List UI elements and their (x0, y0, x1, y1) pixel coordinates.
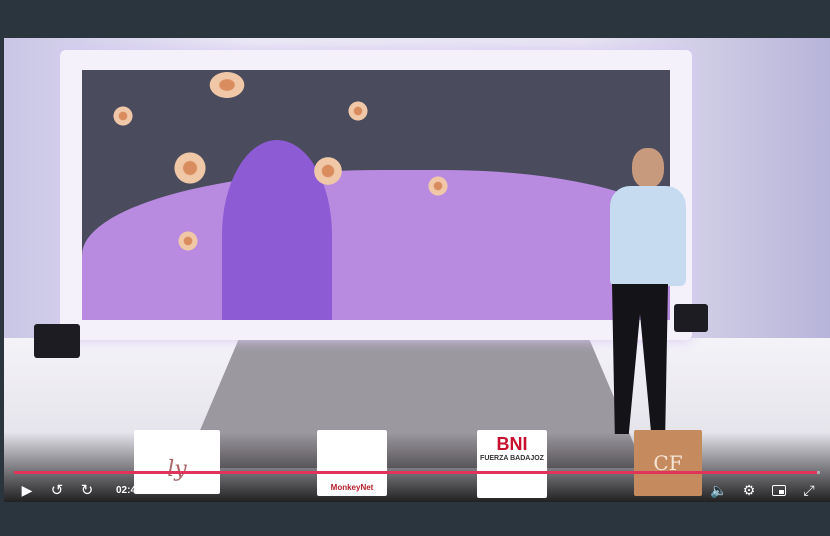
gear-icon: ⚙ (742, 481, 756, 498)
artwork-flower (312, 155, 344, 187)
artwork-flower (177, 230, 199, 252)
logo-subtext: FUERZA BADAJOZ (480, 455, 544, 462)
rewind-10-icon: ↺ (50, 482, 64, 499)
stage-speaker (34, 324, 80, 358)
fullscreen-button[interactable]: ⤢ (794, 479, 824, 501)
forward-10-icon: ↻ (80, 482, 94, 499)
duration: 02:47:19 (164, 484, 205, 496)
volume-button[interactable]: 🔈 (704, 479, 734, 501)
artwork-hill (82, 170, 670, 320)
logo-cf: CF (634, 430, 702, 496)
logo-text: BNI (496, 434, 528, 454)
picture-in-picture-icon (772, 484, 786, 496)
fullscreen-icon: ⤢ (803, 481, 815, 498)
artwork-flower (347, 100, 369, 122)
play-icon: ▶ (21, 481, 33, 498)
volume-icon: 🔈 (710, 481, 728, 498)
pip-button[interactable] (764, 479, 794, 501)
seek-bar[interactable] (14, 471, 820, 474)
settings-button[interactable]: ⚙ (734, 479, 764, 501)
artwork-flower (207, 70, 247, 100)
logo-text: MonkeyNet (330, 483, 374, 492)
video-wall-artwork (82, 70, 670, 320)
control-bar-left: ▶ ↺ ↻ 02:46:42 / 02:47:19 (4, 478, 205, 502)
video-player[interactable]: ly MonkeyNet BNI FUERZA BADAJOZ CF ▶ ↺ ↻… (4, 38, 830, 502)
seek-bar-progress (14, 471, 818, 474)
logo-monkeynet: MonkeyNet (317, 430, 387, 496)
control-bar-right: 🔈 ⚙ ⤢ (704, 478, 830, 502)
time-display: 02:46:42 / 02:47:19 (116, 485, 204, 496)
artwork-flower (172, 150, 208, 186)
presenter (600, 148, 690, 448)
current-time: 02:46:42 (116, 484, 157, 496)
forward-10-button[interactable]: ↻ (72, 479, 102, 501)
logo-bni: BNI FUERZA BADAJOZ (477, 430, 547, 498)
play-button[interactable]: ▶ (12, 479, 42, 501)
artwork-flower (427, 175, 449, 197)
artwork-flower (112, 105, 134, 127)
rewind-10-button[interactable]: ↺ (42, 479, 72, 501)
